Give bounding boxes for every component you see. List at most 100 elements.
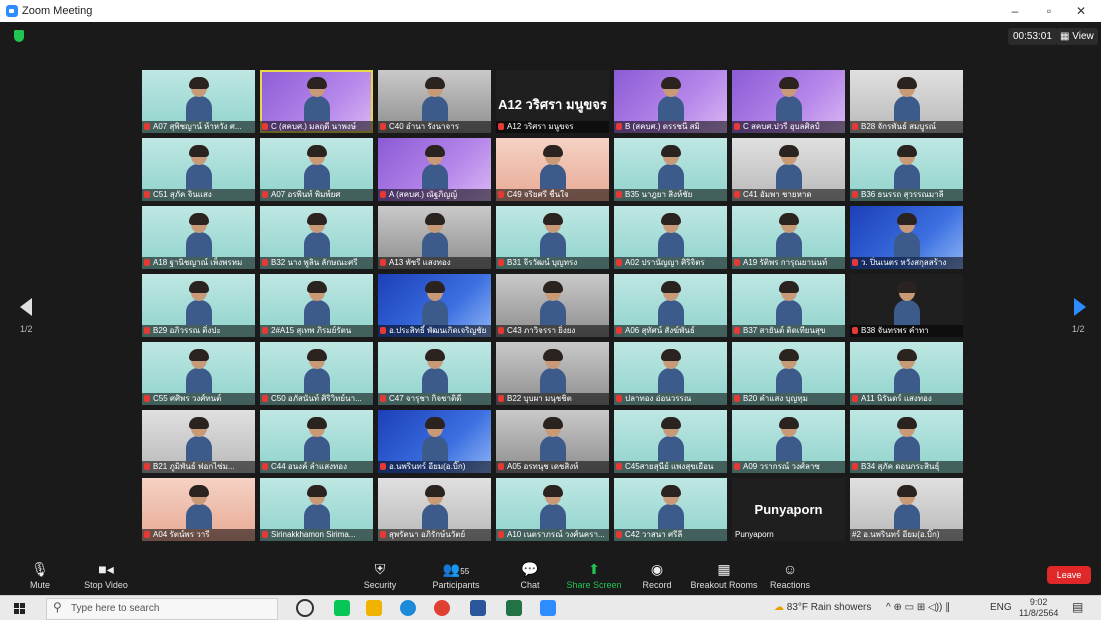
muted-microphone-icon <box>616 191 622 198</box>
participant-tile[interactable]: A07 สุพิชญาน์ ห้าหวัง ศ... <box>142 70 255 133</box>
participant-tile[interactable]: A19 รัติพร การุณยานนท์ <box>732 206 845 269</box>
taskbar-clock[interactable]: 9:02 11/8/2564 <box>1019 597 1058 619</box>
record-button[interactable]: ◉ Record <box>640 557 674 590</box>
participant-tile[interactable]: B29 อภิวรรณ ติ่งปะ <box>142 274 255 337</box>
participant-tile[interactable]: A07 อรพินท์ พิมพ์ยศ <box>260 138 373 201</box>
stop-video-label: Stop Video <box>84 580 128 590</box>
participant-tile[interactable]: A06 สุทัศน์ สังฆ์พันธ์ <box>614 274 727 337</box>
windows-start-icon[interactable] <box>14 603 25 614</box>
notifications-icon[interactable]: ▤ <box>1072 600 1083 614</box>
stop-video-button[interactable]: ■◂ Stop Video <box>80 557 132 590</box>
mute-button[interactable]: 🎙 Mute <box>24 557 56 590</box>
participant-tile[interactable]: B37 สายันต์ ติดเทียนสุข <box>732 274 845 337</box>
participant-tile[interactable]: #2 อ.นพรินทร์ อียม(อ.บิ๊ก) <box>850 478 963 541</box>
participant-video <box>893 281 920 325</box>
prev-page-arrow-icon[interactable] <box>20 298 32 316</box>
participant-tile[interactable]: A12 วริศรา มนูขจร A12 วริศรา มนูขจร <box>496 70 609 133</box>
participant-tile[interactable]: A10 เนตราภรณ์ วงศ์นครา... <box>496 478 609 541</box>
participant-tile[interactable]: สุพรัตนา อภิรักษ์นวัตย์ <box>378 478 491 541</box>
participant-tile[interactable]: C42 วาสนา ศรีลี <box>614 478 727 541</box>
clock-time: 9:02 <box>1029 597 1048 607</box>
participant-tile[interactable]: C สคบศ.ปวรี อุบลศิลป์ <box>732 70 845 133</box>
participant-tile[interactable]: อ.นพรินทร์ อียม(อ.บิ๊ก) <box>378 410 491 473</box>
participant-tile[interactable]: B28 จักรพันธ์ สมบูรณ์ <box>850 70 963 133</box>
participant-tile[interactable]: B31 จีรวัฒน์ บุญทรง <box>496 206 609 269</box>
leave-button[interactable]: Leave <box>1047 566 1091 584</box>
participant-tile[interactable]: 2#A15 สุเทพ ภิรมย์รัตน <box>260 274 373 337</box>
participant-tile[interactable]: A05 อรทนุช เดชสิงห์ <box>496 410 609 473</box>
participant-tile[interactable]: C43 ภาวิจรรา ยิ่งยง <box>496 274 609 337</box>
participant-tile[interactable]: A18 ฐานิชญาณ์ เพ็งพรหม <box>142 206 255 269</box>
participant-video <box>421 349 448 393</box>
participant-tile[interactable]: C45สายสุนีย์ แพงสุขเยือน <box>614 410 727 473</box>
participant-name: สุพรัตนา อภิรักษ์นวัตย์ <box>389 530 466 539</box>
maximize-button[interactable]: ▫ <box>1034 0 1064 22</box>
participant-name-bar: A18 ฐานิชญาณ์ เพ็งพรหม <box>142 257 255 269</box>
muted-microphone-icon <box>734 327 740 334</box>
participant-tile[interactable]: B38 จันทรพร คำทา <box>850 274 963 337</box>
word-app-icon[interactable] <box>470 600 486 616</box>
participant-video <box>185 349 212 393</box>
participant-tile[interactable]: Sirinakkhamon Sirima... <box>260 478 373 541</box>
participant-tile[interactable]: A13 พัชรี แสงทอง <box>378 206 491 269</box>
participant-tile[interactable]: B35 นาฎยา สิงห์ชัย <box>614 138 727 201</box>
participant-tile[interactable]: อ.ประสิทธิ์ พัฒนเกิดเจริญชัย <box>378 274 491 337</box>
file-explorer-icon[interactable] <box>366 600 382 616</box>
excel-app-icon[interactable] <box>506 600 522 616</box>
taskbar-search-input[interactable]: ⚲ Type here to search <box>46 598 278 620</box>
participant-tile[interactable]: ว. ปิ่นเนตร หวังสกุลสร้าง <box>850 206 963 269</box>
encryption-shield-icon[interactable] <box>14 30 24 42</box>
participant-tile[interactable]: A11 นิรันดร์ แสงทอง <box>850 342 963 405</box>
participant-tile[interactable]: A04 รัตน์พร วารี <box>142 478 255 541</box>
system-tray-icons[interactable]: ^ ⊕ ▭ ⊞ ◁)) ∥ <box>886 602 950 613</box>
participant-name-bar: B20 คำแสง บุญทุม <box>732 393 845 405</box>
edge-browser-icon[interactable] <box>400 600 416 616</box>
next-page-arrow-icon[interactable] <box>1074 298 1086 316</box>
participant-tile[interactable]: B20 คำแสง บุญทุม <box>732 342 845 405</box>
participant-tile[interactable]: B22 บุบผา มนุชชิต <box>496 342 609 405</box>
security-button[interactable]: ⛨ Security <box>360 557 400 590</box>
participant-name-bar: C43 ภาวิจรรา ยิ่งยง <box>496 325 609 337</box>
muted-microphone-icon <box>144 327 150 334</box>
muted-microphone-icon <box>616 531 622 538</box>
participant-tile[interactable]: C50 อภัสนันท์ ศิริวิทย์นา... <box>260 342 373 405</box>
zoom-taskbar-icon[interactable] <box>540 600 556 616</box>
participants-button[interactable]: 👥55 Participants <box>428 557 484 590</box>
breakout-rooms-button[interactable]: ▦ Breakout Rooms <box>688 557 760 590</box>
chrome-browser-icon[interactable] <box>434 600 450 616</box>
window-title: Zoom Meeting <box>22 5 93 17</box>
chat-button[interactable]: 💬 Chat <box>514 557 546 590</box>
participant-name: A10 เนตราภรณ์ วงศ์นครา... <box>507 530 605 539</box>
line-app-icon[interactable] <box>334 600 350 616</box>
participant-tile[interactable]: C49 จริยศรี ชื่นใจ <box>496 138 609 201</box>
participant-tile[interactable]: C55 ศศิพร วงศ์ทนต์ <box>142 342 255 405</box>
participant-tile[interactable]: A09 วรากรณ์ วงศ์ลาซ <box>732 410 845 473</box>
participant-name-bar: A12 วริศรา มนูขจร <box>496 121 609 133</box>
participant-tile[interactable]: A02 ปรานัญญา ศิริจิตร <box>614 206 727 269</box>
participant-tile[interactable]: Punyaporn Punyaporn <box>732 478 845 541</box>
participant-name-bar: B22 บุบผา มนุชชิต <box>496 393 609 405</box>
participant-tile[interactable]: B32 นาง พูลิน ลักษณะศรี <box>260 206 373 269</box>
participant-tile[interactable]: B21 ภูมิพันธ์ ฟอกไซ่ม... <box>142 410 255 473</box>
input-language[interactable]: ENG <box>990 602 1012 613</box>
participant-tile[interactable]: ปลาทอง อ่อนวรรณ <box>614 342 727 405</box>
reactions-button[interactable]: ☺ Reactions <box>768 557 812 590</box>
participant-tile[interactable]: C51 สุภัค จินแสง <box>142 138 255 201</box>
close-button[interactable]: ✕ <box>1066 0 1096 22</box>
participant-video <box>185 145 212 189</box>
participant-tile[interactable]: B34 สุภัค ดอนกระสินธุ์ <box>850 410 963 473</box>
participant-tile[interactable]: A (สคบศ.) ณัฐภิญญ์ <box>378 138 491 201</box>
weather-widget[interactable]: ☁ 83°F Rain showers <box>774 602 871 613</box>
participant-video <box>539 145 566 189</box>
minimize-button[interactable]: – <box>1000 0 1030 22</box>
participant-tile[interactable]: B (สคบศ.) ดรรชนี สมิ <box>614 70 727 133</box>
cortana-icon[interactable] <box>296 599 314 617</box>
share-screen-button[interactable]: ⬆ Share Screen <box>566 557 622 590</box>
participant-tile[interactable]: B36 ธนรรถ สุวรรณมาลี <box>850 138 963 201</box>
participant-tile[interactable]: C (สคบศ.) มลฤดี นาพงษ์ <box>260 70 373 133</box>
participant-tile[interactable]: C41 อัมพา ชายหาด <box>732 138 845 201</box>
view-button[interactable]: ▦ View <box>1056 28 1098 45</box>
participant-tile[interactable]: C47 จารุชา กิจชาติดี <box>378 342 491 405</box>
participant-tile[interactable]: C40 อำนา รังนาจาร <box>378 70 491 133</box>
participant-tile[interactable]: C44 อนงค์ ลำแสงทอง <box>260 410 373 473</box>
